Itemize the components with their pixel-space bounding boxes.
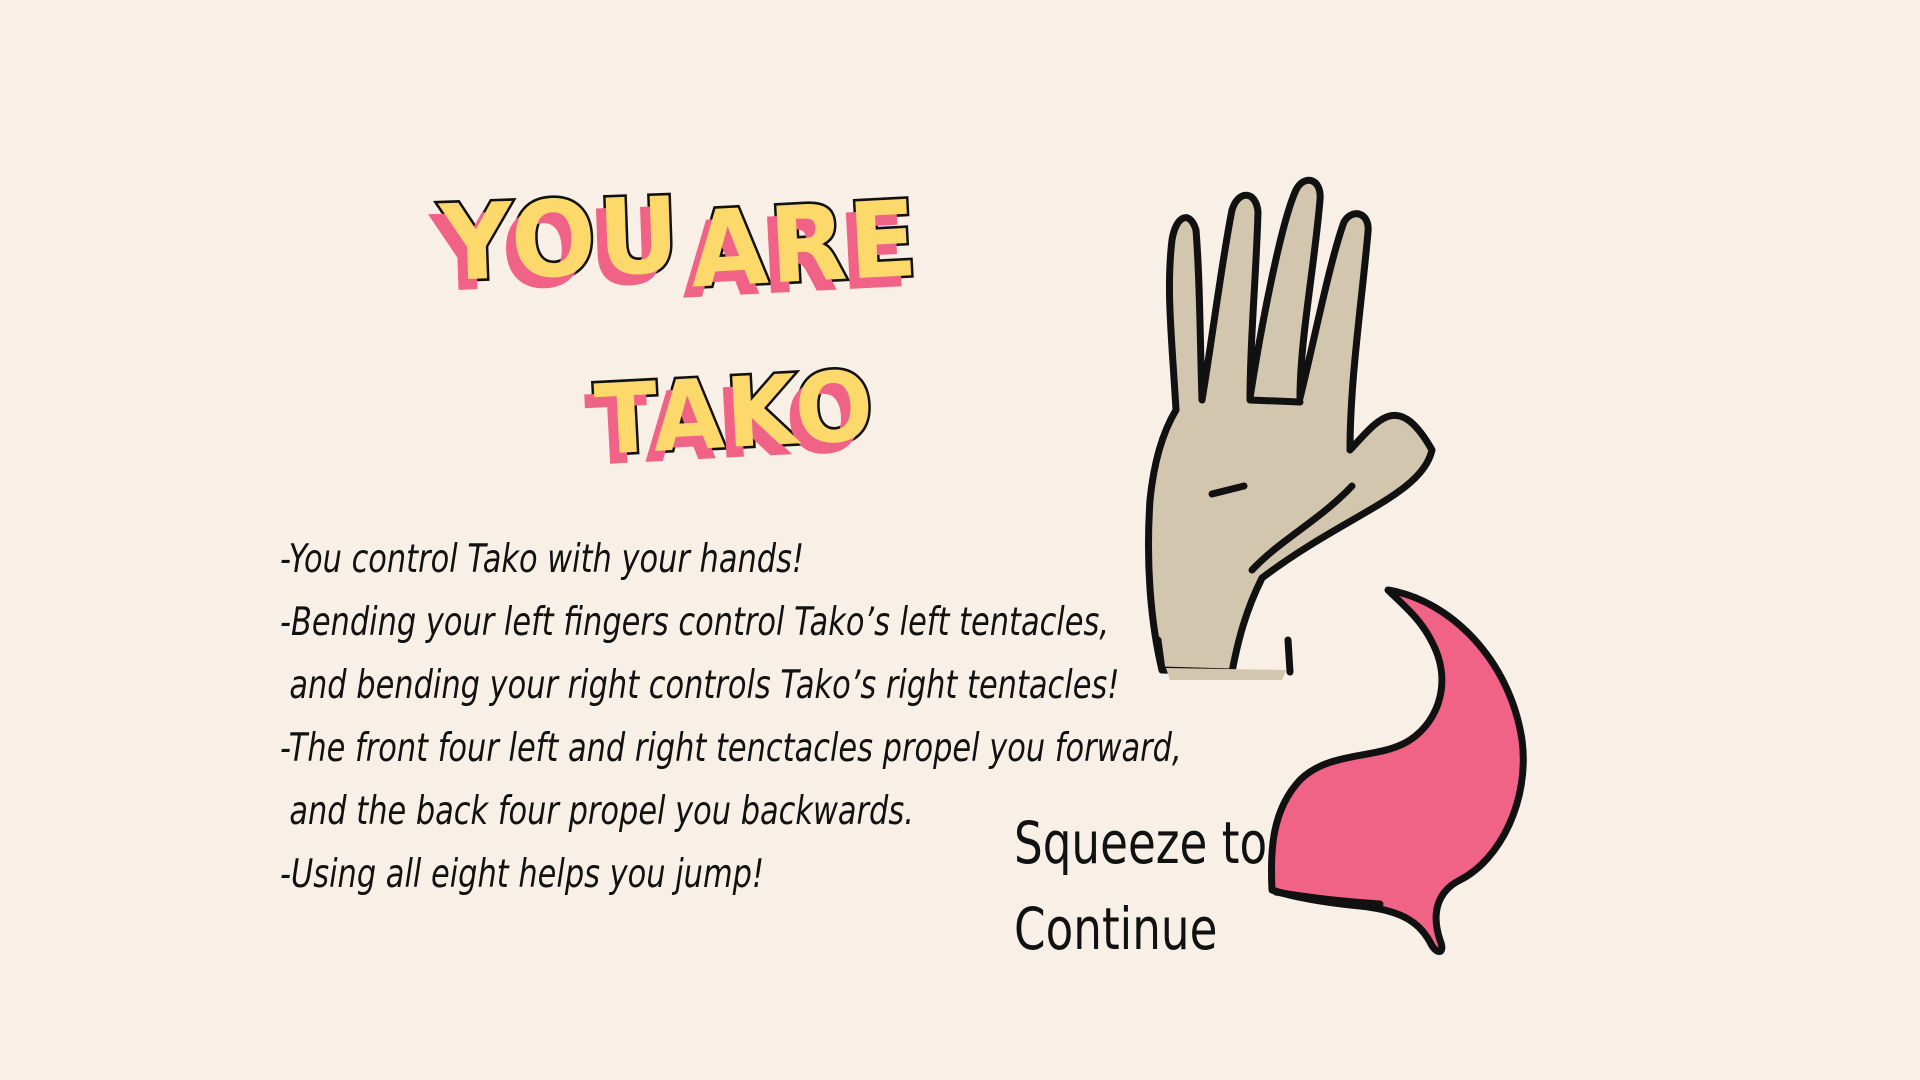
- instruction-line: -Using all eight helps you jump!: [280, 852, 765, 897]
- title-word-are: ARE: [684, 175, 924, 315]
- tentacle-icon: [1267, 586, 1527, 955]
- continue-line-2: Continue: [1014, 895, 1218, 963]
- continue-prompt[interactable]: Squeeze to Continue: [1014, 800, 1267, 972]
- title-word-you: YOU: [435, 171, 685, 307]
- instruction-line: -Bending your left fingers control Tako’…: [280, 600, 1109, 645]
- instructions-text: -You control Tako with your hands! -Bend…: [280, 528, 1182, 906]
- title-word-tako: TAKO: [590, 347, 881, 479]
- instruction-line: -You control Tako with your hands!: [280, 537, 805, 582]
- tutorial-screen: YOU ARE TAKO -You control Tako with your…: [0, 0, 1920, 1080]
- instruction-line: and the back four propel you backwards.: [289, 789, 914, 834]
- instruction-line: -The front four left and right tenctacle…: [280, 726, 1182, 771]
- continue-line-1: Squeeze to: [1014, 809, 1268, 877]
- instruction-line: and bending your right controls Tako’s r…: [289, 663, 1120, 708]
- open-hand-icon: [1145, 176, 1436, 680]
